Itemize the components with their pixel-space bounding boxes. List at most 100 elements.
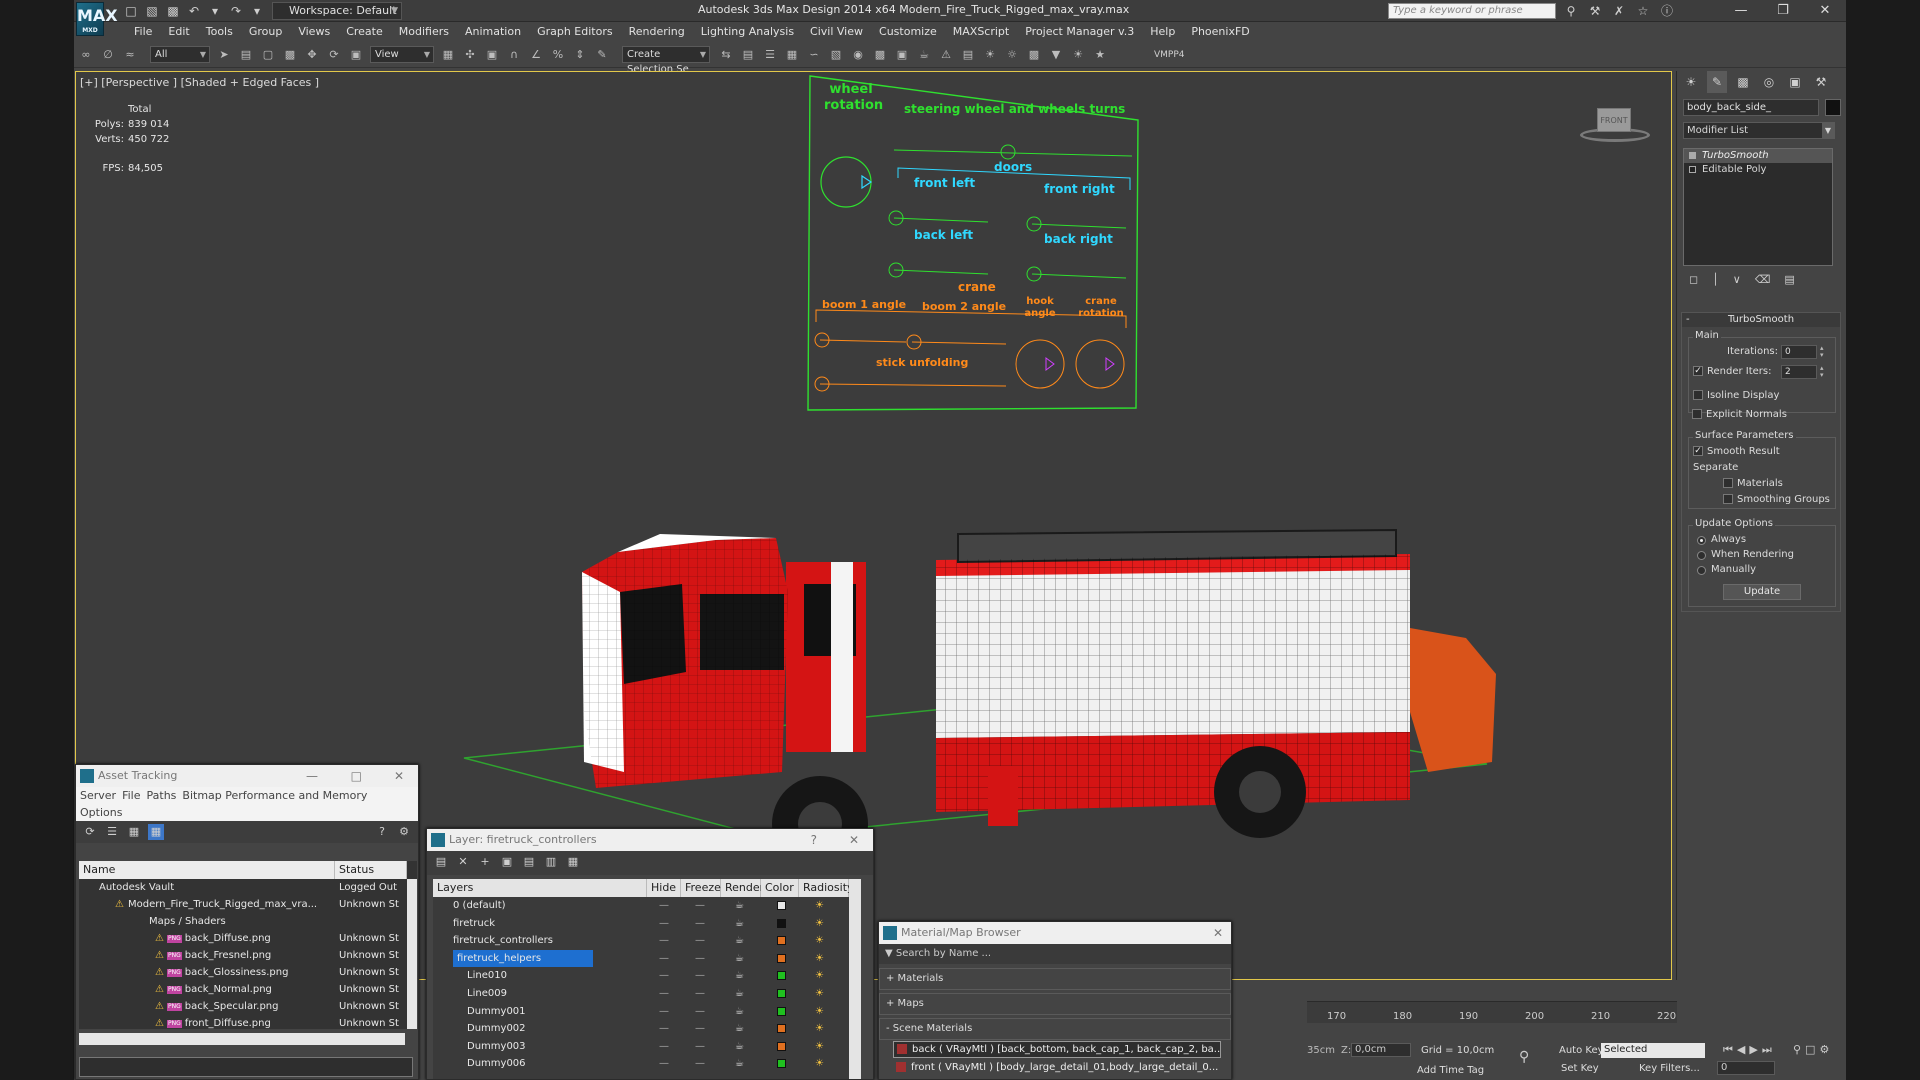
add-time-tag-button[interactable]: Add Time Tag — [1417, 1065, 1484, 1076]
hook-angle-handle[interactable] — [1045, 357, 1055, 371]
render-setup-icon[interactable]: ▩ — [870, 46, 890, 64]
stick-slider[interactable] — [819, 383, 1007, 387]
minimize-icon[interactable]: — — [306, 765, 318, 787]
column-header-layers[interactable]: Layers — [433, 879, 647, 897]
render-production-icon[interactable]: ☕ — [914, 46, 934, 64]
asset-menu-server[interactable]: Server — [80, 787, 122, 804]
app-logo-button[interactable]: MAX MXD — [76, 2, 118, 36]
vray-frame-buffer-icon[interactable]: ▤ — [958, 46, 978, 64]
graphite-ribbon-icon[interactable]: ▦ — [782, 46, 802, 64]
hide-all-layers-icon[interactable]: ▥ — [543, 854, 559, 870]
freeze-toggle-icon[interactable]: — — [695, 915, 705, 932]
hide-toggle-icon[interactable]: — — [659, 985, 669, 1002]
render-toggle-icon[interactable]: ☕ — [735, 1038, 744, 1055]
select-object-icon[interactable]: ➤ — [214, 46, 234, 64]
freeze-toggle-icon[interactable]: — — [695, 897, 705, 914]
keyboard-shortcut-icon[interactable]: ▣ — [482, 46, 502, 64]
subscription-icon[interactable]: ⚒ — [1586, 2, 1604, 20]
close-icon[interactable]: ✕ — [1804, 0, 1846, 22]
grid-view-icon[interactable]: ▦ — [148, 824, 164, 840]
menu-customize[interactable]: Customize — [871, 22, 945, 42]
scene-material-item[interactable]: back ( VRayMtl ) [back_bottom, back_cap_… — [893, 1041, 1221, 1058]
asset-horizontal-scrollbar[interactable] — [79, 1033, 405, 1045]
rendered-frame-window-icon[interactable]: ▣ — [892, 46, 912, 64]
column-header-hide[interactable]: Hide — [647, 879, 681, 897]
motion-tab-icon[interactable]: ◎ — [1759, 71, 1779, 93]
layer-color-swatch[interactable] — [777, 1041, 786, 1051]
object-color-swatch[interactable] — [1825, 99, 1841, 116]
delete-layer-icon[interactable]: ✕ — [455, 854, 471, 870]
menu-file[interactable]: File — [126, 22, 160, 42]
freeze-all-layers-icon[interactable]: ▦ — [565, 854, 581, 870]
viewport-label-menu[interactable]: [+] [Perspective ] [Shaded + Edged Faces… — [80, 76, 319, 89]
layer-color-swatch[interactable] — [777, 1006, 786, 1016]
layer-color-swatch[interactable] — [777, 953, 786, 963]
asset-table-scrollbar[interactable] — [407, 879, 417, 1029]
select-rotate-icon[interactable]: ⟳ — [324, 46, 344, 64]
asset-menu-options[interactable]: Options — [80, 804, 128, 821]
rollout-header[interactable]: - TurboSmooth — [1682, 313, 1840, 327]
explicit-normals-checkbox[interactable] — [1692, 409, 1702, 419]
hide-toggle-icon[interactable]: — — [659, 1038, 669, 1055]
wheel-rotation-dial[interactable] — [820, 156, 872, 208]
timeline-ruler[interactable]: 170 180 190 200 210 220 — [1307, 1001, 1677, 1023]
layer-dialog-titlebar[interactable]: Layer: firetruck_controllers ? ✕ — [427, 829, 873, 851]
refresh-icon[interactable]: ⟳ — [82, 824, 98, 840]
radiosity-icon[interactable]: ☀ — [815, 897, 824, 914]
add-to-layer-icon[interactable]: + — [477, 854, 493, 870]
layer-color-swatch[interactable] — [777, 1059, 786, 1069]
freeze-toggle-icon[interactable]: — — [695, 950, 705, 967]
bind-space-warp-icon[interactable]: ≈ — [120, 46, 140, 64]
table-row[interactable]: Maps / Shaders — [79, 913, 407, 930]
table-row[interactable]: ⚠ Modern_Fire_Truck_Rigged_max_vra... Unkn… — [79, 896, 407, 913]
layer-color-swatch[interactable] — [777, 936, 786, 946]
isoline-display-checkbox[interactable] — [1693, 390, 1703, 400]
hook-angle-dial[interactable] — [1015, 339, 1065, 389]
smooth-result-checkbox[interactable]: ✓ — [1693, 446, 1703, 456]
freeze-toggle-icon[interactable]: — — [695, 1038, 705, 1055]
update-always-radio[interactable] — [1697, 536, 1706, 545]
table-row[interactable]: ⚠ PNG back_Glossiness.png Unknown St — [79, 964, 407, 981]
stack-item-turbosmooth[interactable]: TurboSmooth — [1684, 149, 1832, 163]
window-crossing-icon[interactable]: ▩ — [280, 46, 300, 64]
menu-project-manager[interactable]: Project Manager v.3 — [1017, 22, 1142, 42]
new-file-icon[interactable]: □ — [122, 2, 140, 20]
close-icon[interactable]: ✕ — [1213, 922, 1223, 944]
render-toggle-icon[interactable]: ☕ — [735, 1020, 744, 1037]
menu-maxscript[interactable]: MAXScript — [945, 22, 1017, 42]
x-coordinate-value[interactable]: 35cm — [1307, 1045, 1335, 1056]
table-row[interactable]: ⚠ PNG back_Diffuse.png Unknown St — [79, 930, 407, 947]
radiosity-icon[interactable]: ☀ — [815, 1038, 824, 1055]
material-browser-titlebar[interactable]: Material/Map Browser ✕ — [879, 922, 1231, 944]
steering-slider-knob[interactable] — [1000, 144, 1016, 160]
material-editor-icon[interactable]: ◉ — [848, 46, 868, 64]
menu-views[interactable]: Views — [290, 22, 338, 42]
redo-icon[interactable]: ↷ — [227, 2, 245, 20]
display-tab-icon[interactable]: ▣ — [1785, 71, 1805, 93]
menu-phoenixfd[interactable]: PhoenixFD — [1183, 22, 1257, 42]
layer-color-swatch[interactable] — [777, 971, 786, 981]
configure-sets-icon[interactable]: ▤ — [1784, 271, 1794, 289]
column-header-status[interactable]: Status — [335, 861, 407, 879]
select-by-name-icon[interactable]: ▤ — [236, 46, 256, 64]
render-warning-icon[interactable]: ⚠ — [936, 46, 956, 64]
layer-row[interactable]: Dummy006 — — ☕ ☀ — [433, 1055, 849, 1072]
viewport-navigation-icon[interactable]: ⚲□⚙ — [1793, 1043, 1833, 1056]
render-toggle-icon[interactable]: ☕ — [735, 915, 744, 932]
layer-row[interactable]: 0 (default) — — ☕ ☀ — [433, 897, 849, 914]
schematic-view-icon[interactable]: ▧ — [826, 46, 846, 64]
vray-light-icon[interactable]: ☀ — [980, 46, 1000, 64]
maximize-icon[interactable]: □ — [351, 765, 362, 787]
undo-icon[interactable]: ↶ — [185, 2, 203, 20]
align-icon[interactable]: ▤ — [738, 46, 758, 64]
mirror-icon[interactable]: ⇆ — [716, 46, 736, 64]
select-move-icon[interactable]: ✥ — [302, 46, 322, 64]
asset-menu-bitmap[interactable]: Bitmap Performance and Memory — [182, 787, 373, 804]
separate-materials-checkbox[interactable] — [1723, 478, 1733, 488]
scene-materials-section[interactable]: - Scene Materials — [879, 1018, 1231, 1040]
render-toggle-icon[interactable]: ☕ — [735, 985, 744, 1002]
auto-key-button[interactable]: Auto Key — [1559, 1045, 1604, 1056]
layer-row[interactable]: firetruck — — ☕ ☀ — [433, 915, 849, 932]
table-row[interactable]: ⚠ PNG front_Diffuse.png Unknown St — [79, 1015, 407, 1029]
stack-item-editable-poly[interactable]: Editable Poly — [1684, 163, 1832, 177]
